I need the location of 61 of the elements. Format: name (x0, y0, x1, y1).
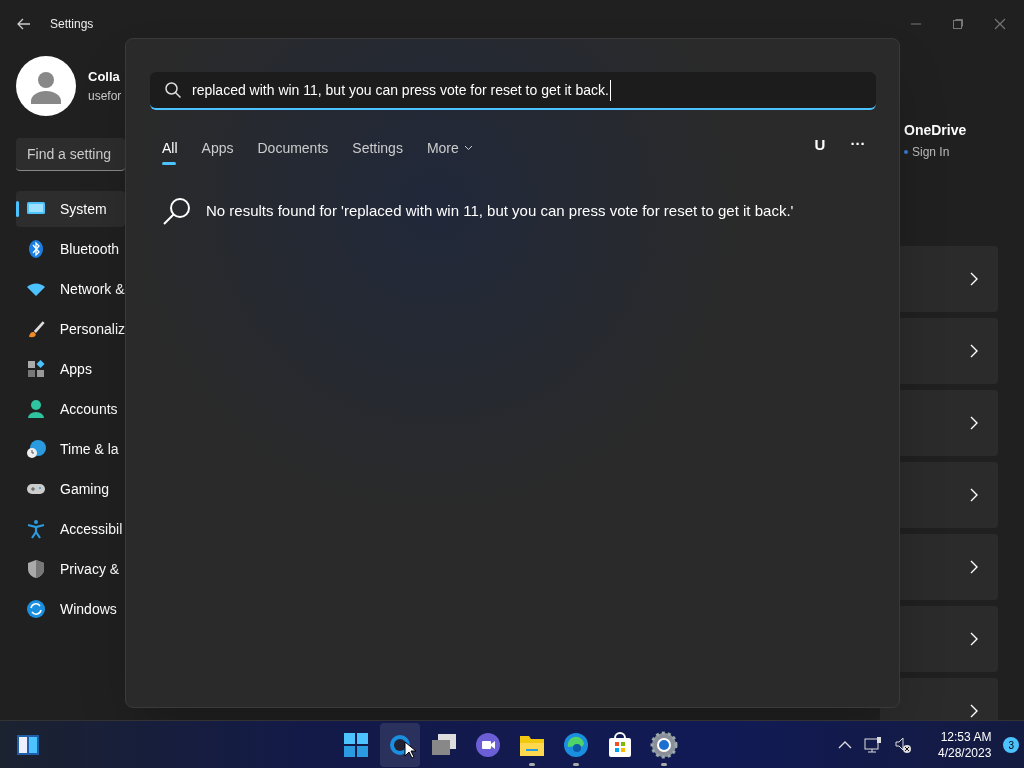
close-icon (994, 18, 1006, 30)
notification-badge[interactable]: 3 (1003, 737, 1020, 753)
sidebar-item[interactable]: Windows (16, 591, 125, 627)
more-options-button[interactable]: ··· (846, 131, 870, 155)
apps-icon (26, 359, 46, 379)
sidebar-item[interactable]: Accounts (16, 391, 125, 427)
chevron-right-icon (970, 416, 978, 430)
widgets-icon (16, 734, 40, 756)
search-icon (162, 196, 192, 226)
sidebar-item[interactable]: Accessibil (16, 511, 125, 547)
settings-icon (650, 731, 678, 759)
sidebar-item[interactable]: Network & (16, 271, 125, 307)
filter-tab[interactable]: Apps (189, 131, 246, 165)
volume-muted-icon (894, 736, 912, 754)
bluetooth-icon (26, 239, 46, 259)
chevron-right-icon (970, 488, 978, 502)
network-icon (864, 736, 882, 754)
chevron-up-icon (838, 741, 852, 749)
sidebar-item[interactable]: Personaliz (16, 311, 125, 347)
more-dropdown[interactable]: More (414, 131, 485, 165)
user-avatar[interactable]: U (810, 133, 830, 157)
no-results-message: No results found for 'replaced with win 11, but you can press vote for reset to get it back.' (206, 200, 794, 221)
sidebar-item[interactable]: Privacy & (16, 551, 125, 587)
avatar-icon (16, 56, 76, 116)
filter-tab[interactable]: Settings (340, 131, 415, 165)
sidebar-item[interactable]: Bluetooth (16, 231, 125, 267)
sidebar-item[interactable]: Time & la (16, 431, 125, 467)
account-name: Colla (88, 68, 121, 87)
sidebar-item[interactable]: Apps (16, 351, 125, 387)
chevron-right-icon (970, 632, 978, 646)
filter-tab[interactable]: Documents (245, 131, 341, 165)
back-arrow-icon (16, 16, 32, 32)
store-icon (606, 731, 634, 759)
search-field[interactable]: replaced with win 11, but you can press vote for reset to get it back. (150, 72, 876, 110)
person-icon (26, 399, 46, 419)
cursor-icon (404, 741, 416, 759)
sidebar-item[interactable]: System (16, 191, 125, 227)
find-setting-field[interactable]: Find a setting (16, 138, 125, 171)
clock-time: 12:53 AM (940, 729, 992, 745)
chat-icon (474, 731, 502, 759)
account-email: usefor (88, 87, 122, 105)
sign-in-status: Sign In (912, 144, 950, 161)
clock-date: 4/28/2023 (938, 745, 992, 761)
brush-icon (26, 319, 46, 339)
update-icon (26, 599, 46, 619)
sidebar-item[interactable]: Gaming (16, 471, 125, 507)
caret-icon (463, 145, 473, 151)
start-icon (342, 731, 370, 759)
globe-icon (26, 439, 46, 459)
filter-tab[interactable]: All (150, 131, 190, 165)
search-icon (164, 81, 182, 99)
onedrive-title: OneDrive (904, 121, 967, 140)
access-icon (26, 519, 46, 539)
shield-icon (26, 559, 46, 579)
chevron-right-icon (970, 272, 978, 286)
chevron-right-icon (970, 560, 978, 574)
taskbar-app-button[interactable] (380, 723, 420, 767)
chevron-right-icon (970, 344, 978, 358)
chevron-right-icon (970, 704, 978, 718)
window-title: Settings (50, 16, 94, 33)
maximize-icon (952, 18, 964, 30)
